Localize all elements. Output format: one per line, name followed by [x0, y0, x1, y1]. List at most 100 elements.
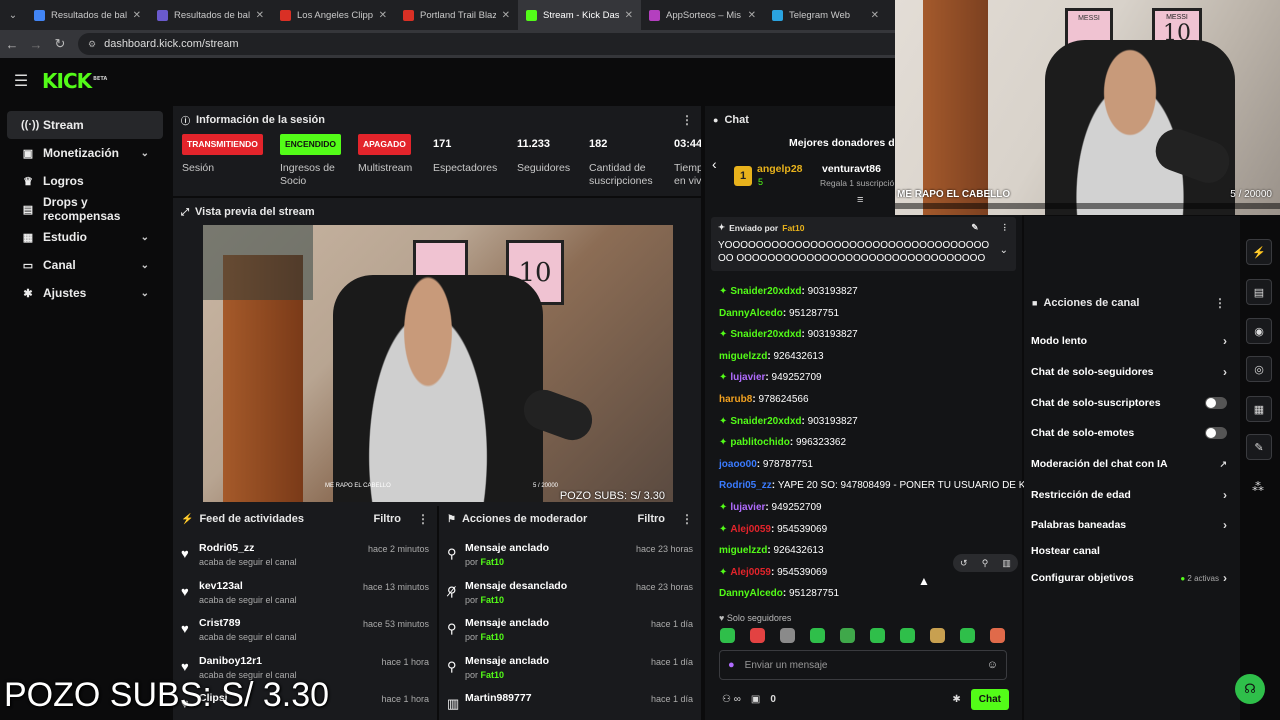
- document-icon[interactable]: ▤: [1246, 279, 1272, 305]
- chat-message[interactable]: ✦ lujavier: 949252709: [719, 372, 822, 383]
- close-tab-icon[interactable]: ✕: [379, 10, 387, 21]
- chat-message[interactable]: ✦ Snaider20xdxd: 903193827: [719, 416, 858, 427]
- moderator-action-item[interactable]: ⚲ Mensaje anclado por Fat10 hace 23 horas: [439, 542, 701, 567]
- pinned-user[interactable]: Fat10: [782, 223, 804, 233]
- url-input[interactable]: ⚙ dashboard.kick.com/stream: [78, 33, 908, 55]
- wrench-icon[interactable]: ✎: [1246, 434, 1272, 460]
- donors-prev-icon[interactable]: ‹: [712, 156, 717, 172]
- channel-action-item[interactable]: Restricción de edad ›: [1031, 488, 1227, 502]
- mod-user[interactable]: Fat10: [481, 595, 505, 605]
- sidebar-item-canal[interactable]: ▭ Canal ⌄: [7, 251, 163, 279]
- moderator-action-item[interactable]: ⚲ Mensaje anclado por Fat10 hace 1 día: [439, 617, 701, 642]
- sidebar-item-drops[interactable]: ▤ Drops y recompensas: [7, 195, 163, 223]
- channel-action-item[interactable]: Palabras baneadas ›: [1031, 518, 1227, 532]
- close-tab-icon[interactable]: ✕: [502, 10, 510, 21]
- chat-username[interactable]: DannyAlcedo: [719, 308, 783, 319]
- kebab-menu-icon[interactable]: ⋮: [1001, 222, 1010, 233]
- chat-username[interactable]: pablitochido: [730, 437, 789, 448]
- more-tools-icon[interactable]: ⁂: [1252, 480, 1264, 494]
- chat-username[interactable]: miguelzzd: [719, 351, 767, 362]
- feed-item[interactable]: ♥ kev123al acaba de seguir el canal hace 13…: [173, 580, 437, 605]
- chat-message[interactable]: ✦ Snaider20xdxd: 903193827: [719, 329, 858, 340]
- emote-icon[interactable]: [750, 628, 765, 643]
- chat-username[interactable]: harub8: [719, 394, 752, 405]
- menu-icon[interactable]: ☰: [0, 71, 42, 91]
- forward-icon[interactable]: →: [24, 37, 48, 52]
- emote-icon[interactable]: [870, 628, 885, 643]
- broadcast-icon[interactable]: ◎: [1246, 356, 1272, 382]
- gear-icon[interactable]: ✱: [952, 694, 960, 705]
- unpin-icon[interactable]: ✎: [971, 222, 978, 233]
- sidebar-item-stream[interactable]: ((·)) Stream: [7, 111, 163, 139]
- mod-user[interactable]: Fat10: [481, 557, 505, 567]
- kebab-menu-icon[interactable]: ⋮: [681, 512, 693, 526]
- mod-user[interactable]: Fat10: [481, 632, 505, 642]
- browser-tab[interactable]: Portland Trail Blazers ✕: [395, 0, 518, 30]
- chat-username[interactable]: Snaider20xdxd: [730, 329, 801, 340]
- send-chat-button[interactable]: Chat: [970, 688, 1009, 710]
- donor-1-name[interactable]: angelp28: [757, 163, 803, 175]
- emote-icon[interactable]: [840, 628, 855, 643]
- pin-icon[interactable]: ⚲: [982, 558, 989, 569]
- toggle-switch[interactable]: [1205, 427, 1227, 439]
- emote-icon[interactable]: [720, 628, 735, 643]
- kebab-menu-icon[interactable]: ⋮: [1214, 296, 1226, 310]
- chat-message[interactable]: ✦ lujavier: 949252709: [719, 502, 822, 513]
- moderator-action-item[interactable]: ▥ Martin989777 hace 1 día: [439, 692, 701, 712]
- chat-message[interactable]: Rodri05_zz: YAPE 20 SO: 947808499 - PONE…: [719, 480, 1042, 491]
- emote-icon[interactable]: [780, 628, 795, 643]
- channel-action-item[interactable]: Chat de solo-suscriptores: [1031, 396, 1227, 410]
- chat-username[interactable]: lujavier: [730, 502, 765, 513]
- emote-icon[interactable]: [900, 628, 915, 643]
- channel-action-item[interactable]: Configurar objetivos ● 2 activas ›: [1031, 571, 1227, 585]
- emote-icon[interactable]: [930, 628, 945, 643]
- reply-icon[interactable]: ↺: [960, 558, 968, 569]
- chat-username[interactable]: DannyAlcedo: [719, 588, 783, 599]
- channel-action-item[interactable]: Hostear canal: [1031, 544, 1227, 558]
- channel-action-item[interactable]: Chat de solo-emotes: [1031, 426, 1227, 440]
- chat-username[interactable]: Alej0059: [730, 567, 771, 578]
- chat-message[interactable]: joaoo00: 978787751: [719, 459, 813, 470]
- collapse-icon[interactable]: ≡: [857, 194, 863, 206]
- donor-2-name[interactable]: venturavt86: [822, 163, 881, 175]
- emote-icon[interactable]: [990, 628, 1005, 643]
- moderator-action-item[interactable]: ⚲̸ Mensaje desanclado por Fat10 hace 23 hor…: [439, 580, 701, 605]
- chat-message[interactable]: miguelzzd: 926432613: [719, 545, 824, 556]
- browser-tab[interactable]: AppSorteos – Mis Pre ✕: [641, 0, 764, 30]
- stream-preview-video[interactable]: 10 ME RAPO EL CABELLO 5 / 20000 POZO SUB…: [203, 225, 673, 502]
- close-tab-icon[interactable]: ✕: [748, 10, 756, 21]
- browser-tab[interactable]: Resultados de balonce ✕: [26, 0, 149, 30]
- emote-icon[interactable]: [960, 628, 975, 643]
- filter-button[interactable]: Filtro: [638, 513, 666, 525]
- browser-tab[interactable]: Los Angeles Clippers ✕: [272, 0, 395, 30]
- sidebar-item-estudio[interactable]: ▦ Estudio ⌄: [7, 223, 163, 251]
- close-tab-icon[interactable]: ✕: [256, 10, 264, 21]
- sidebar-item-monetizacion[interactable]: ▣ Monetización ⌄: [7, 139, 163, 167]
- sidebar-item-logros[interactable]: ♛ Logros: [7, 167, 163, 195]
- chat-message[interactable]: ✦ pablitochido: 996323362: [719, 437, 846, 448]
- help-button[interactable]: ☊: [1235, 674, 1265, 704]
- feed-item[interactable]: ♥ Rodri05_zz acaba de seguir el canal hace …: [173, 542, 437, 567]
- chat-username[interactable]: miguelzzd: [719, 545, 767, 556]
- sidebar-item-ajustes[interactable]: ✱ Ajustes ⌄: [7, 279, 163, 307]
- chat-message[interactable]: miguelzzd: 926432613: [719, 351, 824, 362]
- toggle-switch[interactable]: [1205, 397, 1227, 409]
- feed-item[interactable]: ♥ Crist789 acaba de seguir el canal hace 53…: [173, 617, 437, 642]
- chat-message[interactable]: DannyAlcedo: 951287751: [719, 588, 839, 599]
- channel-action-item[interactable]: Moderación del chat con IA ↗: [1031, 457, 1227, 471]
- chat-message[interactable]: ✦ Alej0059: 954539069: [719, 567, 827, 578]
- tab-list-dropdown-icon[interactable]: ⌄: [0, 0, 26, 30]
- kick-logo[interactable]: KICK BETA: [42, 69, 107, 93]
- gift-icon[interactable]: ▣: [751, 694, 760, 705]
- chat-message[interactable]: DannyAlcedo: 951287751: [719, 308, 839, 319]
- site-info-icon[interactable]: ⚙: [88, 39, 96, 50]
- close-tab-icon[interactable]: ✕: [625, 10, 633, 21]
- chat-username[interactable]: Snaider20xdxd: [730, 286, 801, 297]
- delete-icon[interactable]: ▥: [1002, 558, 1011, 569]
- back-icon[interactable]: ←: [0, 37, 24, 52]
- emote-icon[interactable]: [810, 628, 825, 643]
- close-tab-icon[interactable]: ✕: [133, 10, 141, 21]
- emoji-icon[interactable]: ☺: [987, 659, 998, 671]
- chevron-down-icon[interactable]: ⌄: [1000, 245, 1008, 256]
- chat-username[interactable]: Alej0059: [730, 524, 771, 535]
